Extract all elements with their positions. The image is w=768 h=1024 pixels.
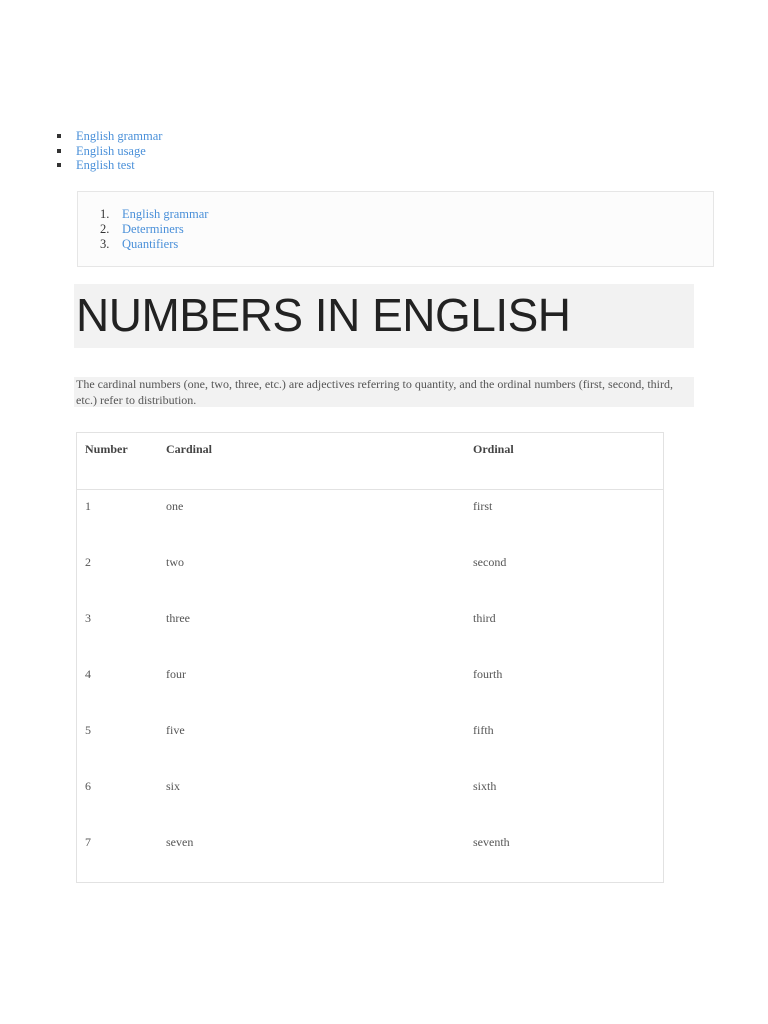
number-cell: 2	[85, 555, 91, 569]
top-nav-list: English grammar English usage English te…	[57, 129, 162, 173]
ordinal-cell: seventh	[473, 835, 510, 849]
column-header: Cardinal	[158, 432, 465, 490]
table-row: 3 three third	[77, 602, 664, 658]
link-english-usage[interactable]: English usage	[76, 144, 146, 158]
nav-item: English test	[57, 158, 162, 173]
cardinal-cell: one	[166, 499, 184, 513]
bullet-icon	[57, 163, 61, 167]
column-header: Ordinal	[465, 432, 664, 490]
cardinal-cell: five	[166, 723, 185, 737]
page-title: NUMBERS IN ENGLISH	[76, 289, 571, 341]
table-header-row: Number Cardinal Ordinal	[76, 432, 664, 490]
title-banner: NUMBERS IN ENGLISH	[74, 284, 694, 348]
column-header: Number	[76, 432, 158, 490]
link-english-grammar[interactable]: English grammar	[76, 129, 162, 143]
bullet-icon	[57, 148, 61, 153]
table-row: 6 six sixth	[77, 770, 664, 826]
breadcrumb: 1. English grammar 2. Determiners 3. Quanti…	[77, 191, 714, 267]
breadcrumb-item: 3. Quantifiers	[100, 237, 208, 252]
nav-item: English grammar	[57, 129, 162, 144]
ordinal-cell: second	[473, 555, 507, 569]
breadcrumb-link-determiners[interactable]: Determiners	[122, 222, 184, 236]
ordinal-cell: fifth	[473, 723, 494, 737]
ordinal-cell: sixth	[473, 779, 497, 793]
table-row: 4 four fourth	[77, 658, 664, 714]
item-number: 3.	[100, 237, 110, 251]
number-cell: 5	[85, 723, 91, 737]
cardinal-cell: seven	[166, 835, 194, 849]
nav-item: English usage	[57, 144, 162, 159]
breadcrumb-item: 1. English grammar	[100, 207, 208, 222]
bullet-icon	[57, 134, 61, 138]
cardinal-cell: six	[166, 779, 181, 793]
number-cell: 7	[85, 835, 91, 849]
table-row: 2 two second	[77, 546, 664, 602]
table-row: 7 seven seventh	[77, 826, 664, 883]
cardinal-cell: four	[166, 667, 186, 681]
table-row: 5 five fifth	[77, 714, 664, 770]
breadcrumb-item: 2. Determiners	[100, 222, 208, 237]
ordinal-cell: third	[473, 611, 496, 625]
item-number: 1.	[100, 207, 110, 221]
link-english-test[interactable]: English test	[76, 158, 135, 172]
numbers-table: Number Cardinal Ordinal 1 one first 2 two sec…	[76, 432, 664, 883]
cardinal-cell: two	[166, 555, 184, 569]
number-cell: 4	[85, 667, 91, 681]
intro-paragraph: The cardinal numbers (one, two, three, e…	[74, 377, 694, 407]
number-cell: 1	[85, 499, 91, 513]
ordinal-cell: first	[473, 499, 493, 513]
number-cell: 3	[85, 611, 91, 625]
table-row: 1 one first	[77, 490, 664, 547]
ordinal-cell: fourth	[473, 667, 503, 681]
breadcrumb-link-english-grammar[interactable]: English grammar	[122, 207, 208, 221]
breadcrumb-link-quantifiers[interactable]: Quantifiers	[122, 237, 178, 251]
number-cell: 6	[85, 779, 91, 793]
cardinal-cell: three	[166, 611, 190, 625]
item-number: 2.	[100, 222, 110, 236]
